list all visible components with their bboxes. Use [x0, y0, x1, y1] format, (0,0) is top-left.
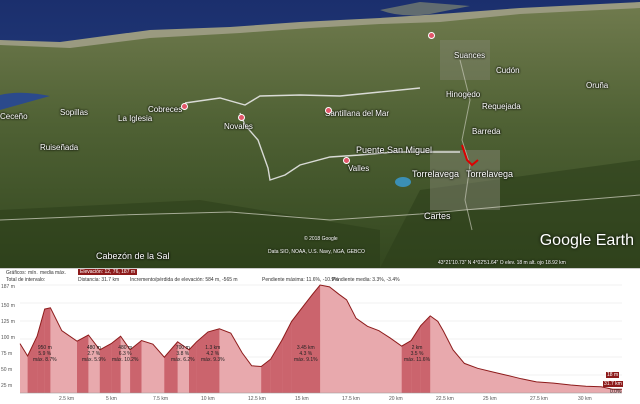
climb-segment	[282, 321, 292, 393]
x-tick-label: 30 km	[578, 396, 592, 402]
climb-segment	[312, 285, 321, 393]
place-label: Cobreces	[148, 105, 183, 114]
place-label: Torrelavega	[412, 169, 460, 179]
place-label: Oruña	[586, 81, 609, 90]
place-label: Cudón	[496, 66, 520, 75]
satellite-imagery	[0, 0, 640, 268]
google-earth-logo: Google Earth	[539, 232, 634, 249]
place-marker-icon[interactable]	[343, 157, 350, 164]
climb-segment	[261, 359, 271, 393]
x-tick-label: 7.5 km	[153, 396, 169, 402]
place-label: Puente San Miguel	[356, 145, 433, 155]
data-source-text: Data SIO, NOAA, U.S. Navy, NGA, GEBCO	[268, 249, 365, 255]
segment-label: 2 km 3.5 % máx. 11.6%	[404, 345, 431, 363]
place-label: Sopillas	[60, 108, 89, 117]
place-label: Valles	[348, 164, 370, 173]
copyright-text: © 2018 Google	[304, 236, 338, 242]
x-tick-label: 22.5 km	[436, 396, 454, 402]
x-tick-label: 10 km	[201, 396, 215, 402]
place-label: Suances	[454, 51, 486, 60]
end-elevation-badge: 18 m	[606, 372, 620, 378]
segment-label: 1.3 km 4.2 % máx. 9.3%	[201, 345, 225, 363]
segment-label: 480 m 6.3 % máx. 10.2%	[112, 345, 139, 363]
end-slope-text: 0.0%	[610, 389, 622, 395]
x-tick-label: 17.5 km	[342, 396, 360, 402]
climb-segment	[270, 339, 283, 393]
x-tick-label: 20 km	[389, 396, 403, 402]
elevation-chart[interactable]	[0, 269, 640, 404]
place-label: Cabezón de la Sal	[96, 251, 170, 261]
place-label: Ceceño	[0, 112, 28, 121]
place-label: Hinogedo	[446, 90, 481, 99]
status-bar: 43°21'10.73" N 4°02'51.64" O elev. 18 m …	[438, 260, 566, 266]
segment-label: 950 m 5.9 % máx. 8.7%	[33, 345, 57, 363]
x-tick-label: 15 km	[295, 396, 309, 402]
place-marker-icon[interactable]	[428, 32, 435, 39]
elevation-profile-panel[interactable]: Gráficos: mín. media máx. Elevación: 12,…	[0, 268, 640, 404]
end-distance-badge: 31.7 km	[603, 381, 623, 387]
x-tick-label: 5 km	[106, 396, 117, 402]
x-tick-label: 25 km	[483, 396, 497, 402]
x-tick-label: 2.5 km	[59, 396, 75, 402]
place-label: Cartes	[424, 211, 451, 221]
x-tick-label: 12.5 km	[248, 396, 266, 402]
segment-label: 3.45 km 4.3 % máx. 9.1%	[294, 345, 318, 363]
x-tick-label: 27.5 km	[530, 396, 548, 402]
climb-segment	[303, 294, 313, 393]
place-marker-icon[interactable]	[181, 103, 188, 110]
place-marker-icon[interactable]	[238, 114, 245, 121]
place-label: Barreda	[472, 127, 501, 136]
place-label: Torrelavega	[466, 169, 514, 179]
place-label: Requejada	[482, 102, 521, 111]
place-label: Novales	[224, 122, 253, 131]
place-label: La Iglesia	[118, 114, 153, 123]
segment-label: 700 m 3.8 % máx. 6.2%	[171, 345, 195, 363]
place-label: Ruiseñada	[40, 143, 79, 152]
climb-segment	[77, 335, 89, 393]
map-view[interactable]: Cobreces Sopillas Ceceño La Iglesia Nova…	[0, 0, 640, 268]
place-marker-icon[interactable]	[325, 107, 332, 114]
segment-label: 480 m 2.7 % máx. 5.9%	[82, 345, 106, 363]
place-label: Santillana del Mar	[325, 109, 390, 118]
